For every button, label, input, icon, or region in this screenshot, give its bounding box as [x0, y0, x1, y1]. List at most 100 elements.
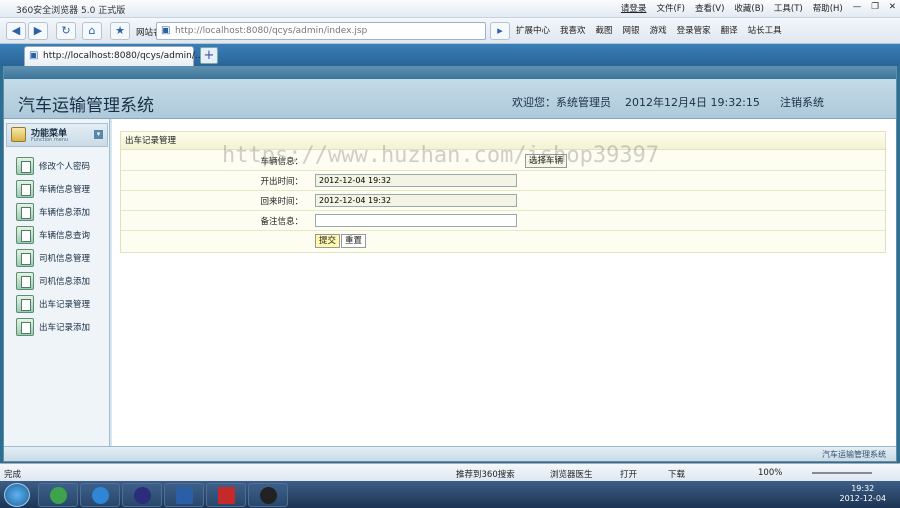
back-icon[interactable]: ◀ [6, 22, 26, 40]
browser-tabbar: ▣ http://localhost:8080/qcys/admin/... + [0, 44, 900, 66]
zoom-level[interactable]: 100% [758, 468, 782, 478]
app-title: 汽车运输管理系统 [18, 96, 154, 116]
sidebar-item-trip-manage[interactable]: 出车记录管理 [16, 294, 108, 314]
refresh-icon[interactable]: ↻ [56, 22, 76, 40]
main-content: 出车记录管理 车辆信息： 选择车辆 开出时间： 回来时间： 备注信息： 提交 重… [112, 119, 896, 446]
app-window: 汽车运输管理系统 欢迎您：系统管理员 2012年12月4日 19:32:15 注… [3, 66, 897, 462]
new-tab-icon[interactable]: + [200, 47, 218, 64]
status-text: 完成 [4, 470, 22, 480]
windows-taskbar: 19:32 2012-12-04 [0, 481, 900, 508]
taskbar-app-eclipse[interactable] [122, 483, 162, 507]
tab-page-icon: ▣ [29, 50, 39, 61]
taskbar-app-toolbox[interactable] [206, 483, 246, 507]
toolbar-games[interactable]: 游戏 [650, 24, 667, 36]
form-row-actions: 提交 重置 [121, 231, 885, 251]
sidebar-item-label: 车辆信息添加 [39, 208, 91, 218]
restore-icon[interactable]: ❐ [871, 2, 879, 14]
sidebar-item-driver-add[interactable]: 司机信息添加 [16, 271, 108, 291]
status-recommend-360[interactable]: 推荐到360搜索 [456, 468, 515, 480]
note-label: 备注信息： [260, 217, 303, 227]
sidebar-item-trip-add[interactable]: 出车记录添加 [16, 317, 108, 337]
sidebar-item-vehicle-add[interactable]: 车辆信息添加 [16, 202, 108, 222]
start-button[interactable] [4, 483, 30, 507]
sidebar-item-label: 出车记录添加 [39, 323, 91, 333]
qq-penguin-icon [260, 487, 277, 504]
submit-button[interactable]: 提交 [315, 234, 341, 248]
browser-statusbar: 完成 推荐到360搜索 浏览器医生 打开 下载 100% [0, 463, 900, 481]
toolbar-translate[interactable]: 翻译 [721, 24, 738, 36]
footer-text: 汽车运输管理系统 [822, 450, 886, 459]
taskbar-app-qq[interactable] [248, 483, 288, 507]
zoom-slider[interactable] [812, 472, 872, 474]
menu-favorites[interactable]: 收藏(B) [734, 2, 763, 14]
logout-link[interactable]: 注销系统 [780, 94, 824, 110]
form-row-note: 备注信息： [121, 211, 885, 231]
document-icon [16, 295, 34, 313]
minimize-icon[interactable]: — [853, 2, 862, 14]
sidebar-item-label: 车辆信息查询 [39, 231, 91, 241]
close-icon[interactable]: ✕ [889, 2, 896, 14]
ie-icon [92, 487, 109, 504]
page-icon: ▣ [161, 25, 171, 36]
collapse-icon[interactable]: ▾ [94, 130, 103, 139]
note-input[interactable] [315, 214, 517, 227]
reset-button[interactable]: 重置 [341, 234, 367, 248]
toolbar-like[interactable]: 我喜欢 [560, 24, 586, 36]
sidebar-subtitle: Function menu [31, 137, 69, 143]
system-clock[interactable]: 19:32 2012-12-04 [840, 484, 887, 504]
address-url: http://localhost:8080/qcys/admin/index.j… [175, 26, 368, 36]
status-open[interactable]: 打开 [620, 468, 637, 480]
menu-tools[interactable]: 工具(T) [774, 2, 803, 14]
return-time-input[interactable] [315, 194, 517, 207]
menu-view[interactable]: 查看(V) [695, 2, 724, 14]
menu-file[interactable]: 文件(F) [656, 2, 685, 14]
sidebar-item-vehicle-manage[interactable]: 车辆信息管理 [16, 179, 108, 199]
browser-toolbar: 扩展中心 我喜欢 截图 网银 游戏 登录管家 翻译 站长工具 [516, 24, 782, 36]
sidebar-item-label: 司机信息添加 [39, 277, 91, 287]
word-icon [176, 487, 193, 504]
toolbox-icon [218, 487, 235, 504]
sidebar-item-label: 司机信息管理 [39, 254, 91, 264]
app-footer: 汽车运输管理系统 [4, 446, 896, 461]
go-icon[interactable]: ▸ [490, 22, 510, 40]
favorite-star-icon[interactable]: ★ [110, 22, 130, 40]
eclipse-icon [134, 487, 151, 504]
login-link[interactable]: 请登录 [621, 2, 647, 14]
status-browser-doctor[interactable]: 浏览器医生 [550, 468, 593, 480]
forward-icon[interactable]: ▶ [28, 22, 48, 40]
document-icon [16, 318, 34, 336]
depart-label: 开出时间： [260, 177, 303, 187]
address-bar[interactable]: ▣ http://localhost:8080/qcys/admin/index… [156, 22, 486, 40]
sidebar-item-driver-manage[interactable]: 司机信息管理 [16, 248, 108, 268]
sidebar-item-vehicle-query[interactable]: 车辆信息查询 [16, 225, 108, 245]
document-icon [16, 203, 34, 221]
taskbar-app-360-browser[interactable] [38, 483, 78, 507]
clock-time: 19:32 [851, 484, 875, 493]
sidebar-item-change-password[interactable]: 修改个人密码 [16, 156, 108, 176]
document-icon [16, 249, 34, 267]
document-icon [16, 272, 34, 290]
taskbar-app-ie[interactable] [80, 483, 120, 507]
browser-tab[interactable]: ▣ http://localhost:8080/qcys/admin/... [24, 46, 203, 66]
toolbar-login-manager[interactable]: 登录管家 [677, 24, 711, 36]
app-top-strip [4, 67, 896, 79]
menu-help[interactable]: 帮助(H) [813, 2, 843, 14]
return-label: 回来时间： [260, 197, 303, 207]
sidebar-item-label: 出车记录管理 [39, 300, 91, 310]
welcome-user: 欢迎您：系统管理员 [512, 96, 611, 109]
toolbar-bank[interactable]: 网银 [623, 24, 640, 36]
document-icon [16, 226, 34, 244]
status-download[interactable]: 下载 [668, 468, 685, 480]
toolbar-screenshot[interactable]: 截图 [596, 24, 613, 36]
document-icon [16, 157, 34, 175]
toolbar-webmaster[interactable]: 站长工具 [748, 24, 782, 36]
toolbar-extensions[interactable]: 扩展中心 [516, 24, 550, 36]
sidebar-item-label: 修改个人密码 [39, 162, 91, 172]
depart-time-input[interactable] [315, 174, 517, 187]
taskbar-app-word[interactable] [164, 483, 204, 507]
current-datetime: 2012年12月4日 19:32:15 [625, 96, 760, 109]
home-icon[interactable]: ⌂ [82, 22, 102, 40]
sidebar-header: 功能菜单 Function menu ▾ [6, 123, 108, 147]
form-row-return: 回来时间： [121, 191, 885, 211]
menu-icon [11, 127, 26, 142]
